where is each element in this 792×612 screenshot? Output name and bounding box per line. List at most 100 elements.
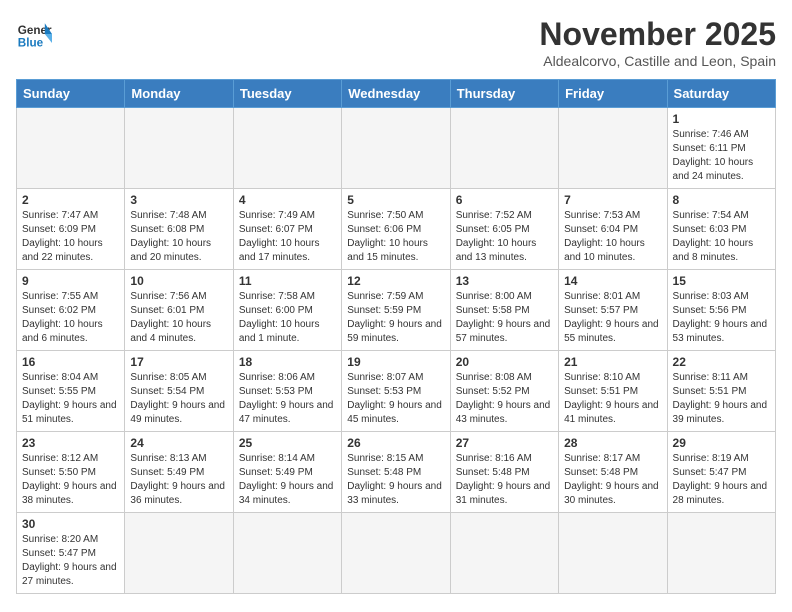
day-number: 18 — [239, 355, 336, 369]
calendar-week-row: 2Sunrise: 7:47 AM Sunset: 6:09 PM Daylig… — [17, 189, 776, 270]
day-number: 20 — [456, 355, 553, 369]
table-row: 17Sunrise: 8:05 AM Sunset: 5:54 PM Dayli… — [125, 351, 233, 432]
day-number: 24 — [130, 436, 227, 450]
table-row: 27 Sunrise: 8:16 AM Sunset: 5:48 PM Dayli… — [450, 432, 558, 513]
day-number: 13 — [456, 274, 553, 288]
day-number: 4 — [239, 193, 336, 207]
calendar-week-row: 30Sunrise: 8:20 AM Sunset: 5:47 PM Dayli… — [17, 513, 776, 594]
logo-icon: General Blue — [16, 16, 52, 52]
day-number: 1 — [673, 112, 770, 126]
day-number: 7 — [564, 193, 661, 207]
day-info: Sunrise: 8:10 AM Sunset: 5:51 PM Dayligh… — [564, 371, 661, 427]
day-info: Sunrise: 8:03 AM Sunset: 5:56 PM Dayligh… — [673, 290, 770, 346]
col-friday: Friday — [559, 80, 667, 108]
day-info: Sunrise: 8:01 AM Sunset: 5:57 PM Dayligh… — [564, 290, 661, 346]
day-number: 14 — [564, 274, 661, 288]
day-info: Sunrise: 8:00 AM Sunset: 5:58 PM Dayligh… — [456, 290, 553, 346]
day-info: Sunrise: 8:04 AM Sunset: 5:55 PM Dayligh… — [22, 371, 119, 427]
table-row: 20 Sunrise: 8:08 AM Sunset: 5:52 PM Dayli… — [450, 351, 558, 432]
table-row — [125, 513, 233, 594]
table-row: 19Sunrise: 8:07 AM Sunset: 5:53 PM Dayli… — [342, 351, 450, 432]
calendar-table: Sunday Monday Tuesday Wednesday Thursday… — [16, 79, 776, 594]
table-row: 14 Sunrise: 8:01 AM Sunset: 5:57 PM Dayli… — [559, 270, 667, 351]
day-number: 8 — [673, 193, 770, 207]
col-saturday: Saturday — [667, 80, 775, 108]
day-info: Sunrise: 7:47 AM Sunset: 6:09 PM Dayligh… — [22, 209, 119, 265]
table-row: 29Sunrise: 8:19 AM Sunset: 5:47 PM Dayli… — [667, 432, 775, 513]
day-number: 12 — [347, 274, 444, 288]
day-number: 9 — [22, 274, 119, 288]
table-row: 25 Sunrise: 8:14 AM Sunset: 5:49 PM Dayli… — [233, 432, 341, 513]
table-row — [559, 513, 667, 594]
day-info: Sunrise: 8:17 AM Sunset: 5:48 PM Dayligh… — [564, 452, 661, 508]
day-info: Sunrise: 8:16 AM Sunset: 5:48 PM Dayligh… — [456, 452, 553, 508]
table-row: 23 Sunrise: 8:12 AM Sunset: 5:50 PM Dayli… — [17, 432, 125, 513]
calendar-week-row: 1 Sunrise: 7:46 AM Sunset: 6:11 PM Daylig… — [17, 108, 776, 189]
day-info: Sunrise: 7:54 AM Sunset: 6:03 PM Dayligh… — [673, 209, 770, 265]
day-number: 25 — [239, 436, 336, 450]
table-row: 12 Sunrise: 7:59 AM Sunset: 5:59 PM Dayli… — [342, 270, 450, 351]
table-row: 16 Sunrise: 8:04 AM Sunset: 5:55 PM Dayli… — [17, 351, 125, 432]
table-row: 10 Sunrise: 7:56 AM Sunset: 6:01 PM Dayli… — [125, 270, 233, 351]
table-row: 7 Sunrise: 7:53 AM Sunset: 6:04 PM Daylig… — [559, 189, 667, 270]
day-info: Sunrise: 7:46 AM Sunset: 6:11 PM Dayligh… — [673, 128, 770, 184]
title-area: November 2025 Aldealcorvo, Castille and … — [539, 16, 776, 69]
day-info: Sunrise: 8:07 AM Sunset: 5:53 PM Dayligh… — [347, 371, 444, 427]
table-row: 3Sunrise: 7:48 AM Sunset: 6:08 PM Daylig… — [125, 189, 233, 270]
calendar-week-row: 16 Sunrise: 8:04 AM Sunset: 5:55 PM Dayli… — [17, 351, 776, 432]
day-number: 26 — [347, 436, 444, 450]
day-info: Sunrise: 7:58 AM Sunset: 6:00 PM Dayligh… — [239, 290, 336, 346]
table-row: 8 Sunrise: 7:54 AM Sunset: 6:03 PM Daylig… — [667, 189, 775, 270]
day-info: Sunrise: 7:55 AM Sunset: 6:02 PM Dayligh… — [22, 290, 119, 346]
col-tuesday: Tuesday — [233, 80, 341, 108]
table-row: 24Sunrise: 8:13 AM Sunset: 5:49 PM Dayli… — [125, 432, 233, 513]
day-number: 3 — [130, 193, 227, 207]
table-row: 21 Sunrise: 8:10 AM Sunset: 5:51 PM Dayli… — [559, 351, 667, 432]
day-info: Sunrise: 7:53 AM Sunset: 6:04 PM Dayligh… — [564, 209, 661, 265]
calendar-week-row: 9 Sunrise: 7:55 AM Sunset: 6:02 PM Daylig… — [17, 270, 776, 351]
calendar-header-row: Sunday Monday Tuesday Wednesday Thursday… — [17, 80, 776, 108]
table-row — [450, 513, 558, 594]
table-row: 26Sunrise: 8:15 AM Sunset: 5:48 PM Dayli… — [342, 432, 450, 513]
day-number: 21 — [564, 355, 661, 369]
col-sunday: Sunday — [17, 80, 125, 108]
table-row: 5Sunrise: 7:50 AM Sunset: 6:06 PM Daylig… — [342, 189, 450, 270]
day-number: 15 — [673, 274, 770, 288]
day-info: Sunrise: 7:56 AM Sunset: 6:01 PM Dayligh… — [130, 290, 227, 346]
table-row: 15 Sunrise: 8:03 AM Sunset: 5:56 PM Dayli… — [667, 270, 775, 351]
day-info: Sunrise: 7:49 AM Sunset: 6:07 PM Dayligh… — [239, 209, 336, 265]
table-row: 13 Sunrise: 8:00 AM Sunset: 5:58 PM Dayli… — [450, 270, 558, 351]
table-row: 18Sunrise: 8:06 AM Sunset: 5:53 PM Dayli… — [233, 351, 341, 432]
table-row — [233, 108, 341, 189]
day-info: Sunrise: 8:19 AM Sunset: 5:47 PM Dayligh… — [673, 452, 770, 508]
day-info: Sunrise: 8:08 AM Sunset: 5:52 PM Dayligh… — [456, 371, 553, 427]
page-header: General Blue November 2025 Aldealcorvo, … — [16, 16, 776, 69]
day-info: Sunrise: 8:12 AM Sunset: 5:50 PM Dayligh… — [22, 452, 119, 508]
table-row — [559, 108, 667, 189]
table-row — [233, 513, 341, 594]
day-number: 27 — [456, 436, 553, 450]
table-row: 1 Sunrise: 7:46 AM Sunset: 6:11 PM Daylig… — [667, 108, 775, 189]
table-row: 30Sunrise: 8:20 AM Sunset: 5:47 PM Dayli… — [17, 513, 125, 594]
day-number: 23 — [22, 436, 119, 450]
day-info: Sunrise: 8:11 AM Sunset: 5:51 PM Dayligh… — [673, 371, 770, 427]
day-number: 22 — [673, 355, 770, 369]
table-row — [342, 513, 450, 594]
table-row: 22 Sunrise: 8:11 AM Sunset: 5:51 PM Dayli… — [667, 351, 775, 432]
day-info: Sunrise: 8:20 AM Sunset: 5:47 PM Dayligh… — [22, 533, 119, 589]
col-monday: Monday — [125, 80, 233, 108]
day-number: 17 — [130, 355, 227, 369]
svg-text:Blue: Blue — [18, 37, 44, 50]
day-info: Sunrise: 8:14 AM Sunset: 5:49 PM Dayligh… — [239, 452, 336, 508]
table-row — [667, 513, 775, 594]
day-info: Sunrise: 7:59 AM Sunset: 5:59 PM Dayligh… — [347, 290, 444, 346]
calendar-week-row: 23 Sunrise: 8:12 AM Sunset: 5:50 PM Dayli… — [17, 432, 776, 513]
calendar-title: November 2025 — [539, 16, 776, 53]
day-number: 10 — [130, 274, 227, 288]
logo: General Blue — [16, 16, 52, 52]
day-number: 6 — [456, 193, 553, 207]
table-row: 4 Sunrise: 7:49 AM Sunset: 6:07 PM Daylig… — [233, 189, 341, 270]
day-number: 16 — [22, 355, 119, 369]
col-thursday: Thursday — [450, 80, 558, 108]
calendar-subtitle: Aldealcorvo, Castille and Leon, Spain — [539, 53, 776, 69]
